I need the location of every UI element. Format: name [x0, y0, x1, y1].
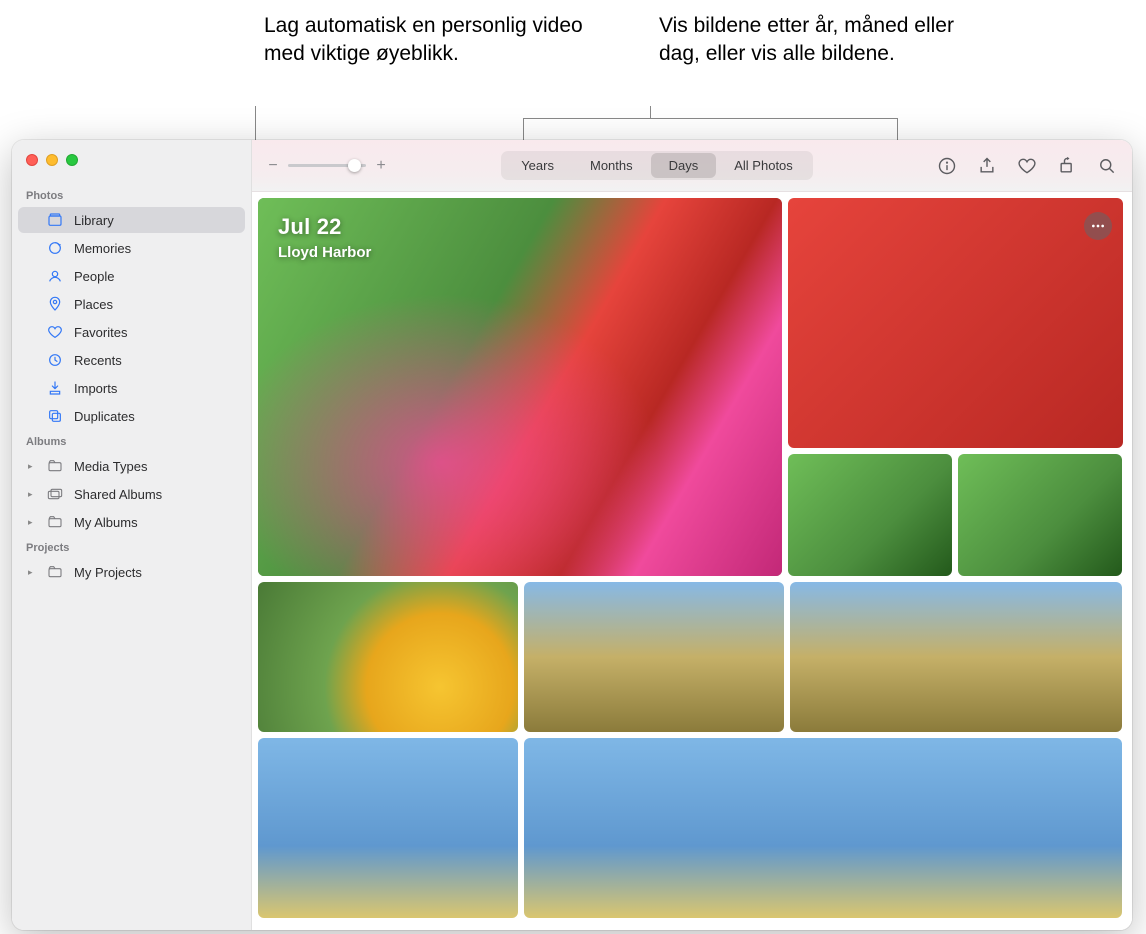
- sidebar-item-media-types[interactable]: ▸ Media Types: [18, 453, 245, 479]
- sidebar-item-label: Shared Albums: [74, 487, 162, 502]
- sidebar-item-recents[interactable]: Recents: [18, 347, 245, 373]
- sidebar-item-label: Favorites: [74, 325, 127, 340]
- sidebar-section-albums: Albums: [12, 430, 251, 452]
- chevron-right-icon: ▸: [28, 461, 37, 472]
- sidebar-item-shared-albums[interactable]: ▸ Shared Albums: [18, 481, 245, 507]
- main-content: − + Years Months Days All Photos: [252, 140, 1132, 930]
- day-header-overlay: Jul 22 Lloyd Harbor: [278, 214, 371, 261]
- sidebar: Photos Library Memories People Places: [12, 140, 252, 930]
- places-icon: [46, 295, 64, 313]
- favorite-button[interactable]: [1016, 155, 1038, 177]
- rotate-button[interactable]: [1056, 155, 1078, 177]
- sidebar-item-duplicates[interactable]: Duplicates: [18, 403, 245, 429]
- toolbar: − + Years Months Days All Photos: [252, 140, 1132, 192]
- people-icon: [46, 267, 64, 285]
- zoom-out-icon[interactable]: −: [266, 157, 280, 175]
- folder-icon: [46, 513, 64, 531]
- sidebar-item-label: My Projects: [74, 565, 142, 580]
- more-options-button[interactable]: [1084, 212, 1112, 240]
- chevron-right-icon: ▸: [28, 567, 37, 578]
- callout-right: Vis bildene etter år, måned eller dag, e…: [659, 12, 999, 69]
- imports-icon: [46, 379, 64, 397]
- photo-thumbnail[interactable]: [524, 582, 784, 732]
- toolbar-actions: [926, 155, 1118, 177]
- photo-thumbnail[interactable]: [788, 198, 1123, 448]
- photo-thumbnail[interactable]: [958, 454, 1122, 576]
- segment-all-photos[interactable]: All Photos: [716, 153, 811, 178]
- sidebar-item-library[interactable]: Library: [18, 207, 245, 233]
- info-button[interactable]: [936, 155, 958, 177]
- memories-icon: [46, 239, 64, 257]
- photo-thumbnail[interactable]: [790, 582, 1122, 732]
- zoom-slider-thumb[interactable]: [348, 159, 361, 172]
- zoom-slider-track[interactable]: [288, 164, 366, 167]
- folder-icon: [46, 563, 64, 581]
- search-button[interactable]: [1096, 155, 1118, 177]
- sidebar-section-photos: Photos: [12, 184, 251, 206]
- chevron-right-icon: ▸: [28, 489, 37, 500]
- favorites-icon: [46, 323, 64, 341]
- app-window: Photos Library Memories People Places: [12, 140, 1132, 930]
- photo-grid[interactable]: Jul 22 Lloyd Harbor: [252, 192, 1132, 930]
- zoom-control[interactable]: − +: [266, 157, 388, 175]
- window-controls: [12, 148, 251, 184]
- sidebar-item-label: Imports: [74, 381, 117, 396]
- sidebar-item-my-albums[interactable]: ▸ My Albums: [18, 509, 245, 535]
- segment-days[interactable]: Days: [651, 153, 717, 178]
- sidebar-item-label: Media Types: [74, 459, 147, 474]
- segment-months[interactable]: Months: [572, 153, 651, 178]
- library-icon: [46, 211, 64, 229]
- photo-thumbnail[interactable]: [258, 582, 518, 732]
- day-date-label: Jul 22: [278, 214, 371, 240]
- maximize-window-button[interactable]: [66, 154, 78, 166]
- callout-left: Lag automatisk en personlig video med vi…: [264, 12, 604, 69]
- sidebar-section-projects: Projects: [12, 536, 251, 558]
- duplicates-icon: [46, 407, 64, 425]
- day-location-label: Lloyd Harbor: [278, 244, 371, 261]
- minimize-window-button[interactable]: [46, 154, 58, 166]
- share-button[interactable]: [976, 155, 998, 177]
- sidebar-item-label: Places: [74, 297, 113, 312]
- callouts-container: Lag automatisk en personlig video med vi…: [0, 12, 1146, 140]
- sidebar-item-places[interactable]: Places: [18, 291, 245, 317]
- sidebar-item-people[interactable]: People: [18, 263, 245, 289]
- close-window-button[interactable]: [26, 154, 38, 166]
- sidebar-item-memories[interactable]: Memories: [18, 235, 245, 261]
- photo-thumbnail[interactable]: [524, 738, 1122, 918]
- photo-thumbnail[interactable]: [788, 454, 952, 576]
- recents-icon: [46, 351, 64, 369]
- sidebar-item-label: Memories: [74, 241, 131, 256]
- callout-line: [650, 106, 651, 118]
- sidebar-item-favorites[interactable]: Favorites: [18, 319, 245, 345]
- folder-icon: [46, 485, 64, 503]
- sidebar-item-label: My Albums: [74, 515, 138, 530]
- photo-thumbnail[interactable]: [258, 738, 518, 918]
- segment-years[interactable]: Years: [503, 153, 572, 178]
- sidebar-item-label: People: [74, 269, 114, 284]
- folder-icon: [46, 457, 64, 475]
- sidebar-item-label: Library: [74, 213, 114, 228]
- callout-line: [523, 118, 898, 119]
- zoom-in-icon[interactable]: +: [374, 157, 388, 175]
- chevron-right-icon: ▸: [28, 517, 37, 528]
- sidebar-item-my-projects[interactable]: ▸ My Projects: [18, 559, 245, 585]
- sidebar-item-imports[interactable]: Imports: [18, 375, 245, 401]
- sidebar-item-label: Recents: [74, 353, 122, 368]
- view-segmented-control: Years Months Days All Photos: [501, 151, 813, 180]
- sidebar-item-label: Duplicates: [74, 409, 135, 424]
